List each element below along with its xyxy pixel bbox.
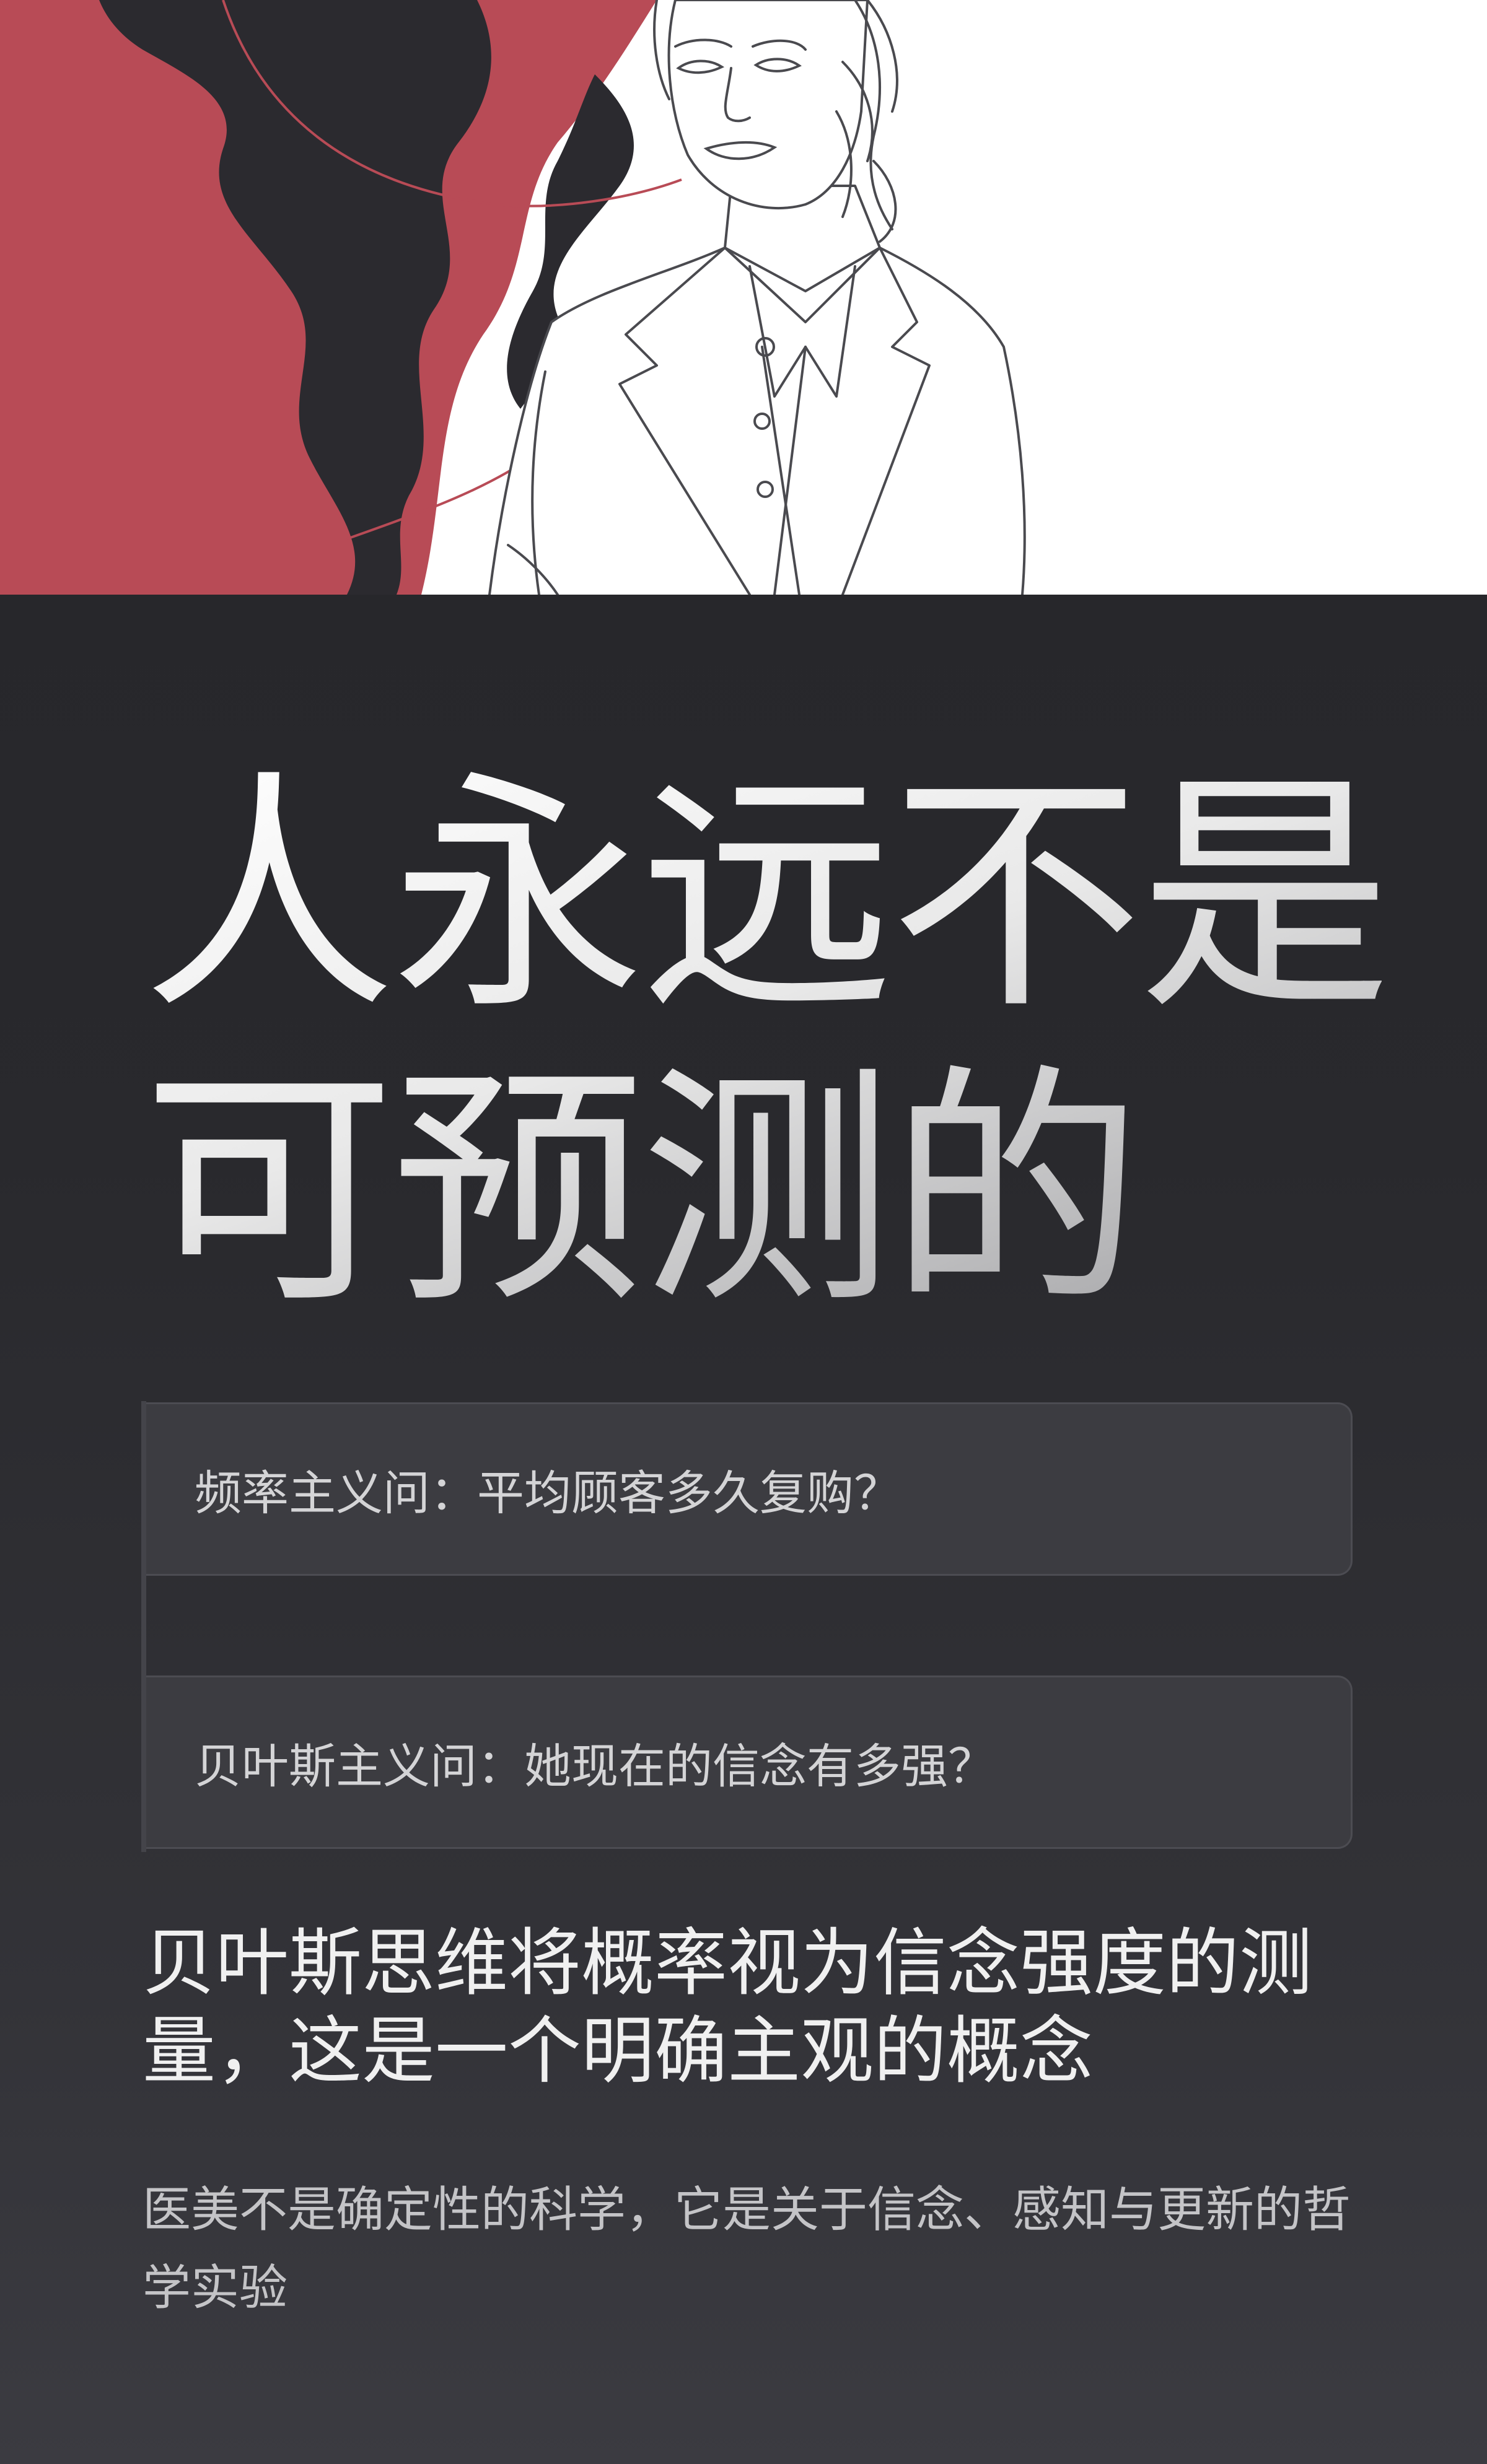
subtext-line-2: 学实验: [143, 2260, 288, 2316]
frequentist-question-card: 频率主义问：平均顾客多久复购？: [146, 1402, 1353, 1576]
statement-line-2: 量，这是一个明确主观的概念: [143, 2008, 1094, 2094]
cards-divider: [141, 1401, 146, 1852]
page-title: 人永远不是 可预测的: [143, 749, 1382, 1338]
question-text: 频率主义问：平均顾客多久复购？: [195, 1466, 901, 1521]
title-line-2: 可预测的: [143, 1044, 1139, 1338]
statement-line-1: 贝叶斯思维将概率视为信念强度的测: [143, 1920, 1313, 2006]
woman-line-art-illustration: [0, 0, 1026, 595]
title-line-1: 人永远不是: [143, 749, 1388, 1044]
supporting-text: 医美不是确定性的科学，它是关于信念、感知与更新的哲 学实验: [143, 2171, 1357, 2327]
bayesian-statement: 贝叶斯思维将概率视为信念强度的测 量，这是一个明确主观的概念: [143, 1919, 1357, 2095]
hero-illustration: [0, 0, 1487, 595]
subtext-line-1: 医美不是确定性的科学，它是关于信念、感知与更新的哲: [143, 2182, 1351, 2238]
question-text: 贝叶斯主义问：她现在的信念有多强？: [195, 1739, 995, 1794]
bayesian-question-card: 贝叶斯主义问：她现在的信念有多强？: [146, 1675, 1353, 1849]
face: [667, 0, 869, 210]
